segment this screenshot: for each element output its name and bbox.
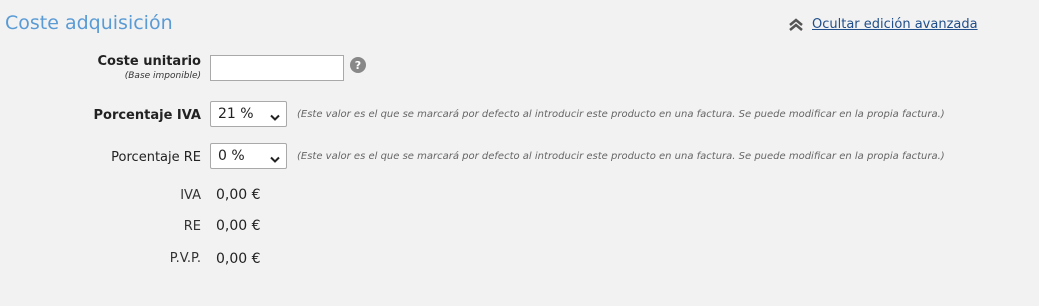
iva-total-label: IVA xyxy=(180,188,201,203)
iva-note: (Este valor es el que se marcará por def… xyxy=(297,109,945,120)
chevron-down-icon xyxy=(270,110,280,126)
unit-cost-sublabel: (Base imponible) xyxy=(124,71,201,81)
hide-advanced-edit-label[interactable]: Ocultar edición avanzada xyxy=(812,17,978,32)
pvp-total-label: P.V.P. xyxy=(169,251,201,266)
re-percentage-select[interactable]: 0 % xyxy=(210,143,287,169)
iva-selected-value: 21 % xyxy=(218,106,254,122)
iva-percentage-select[interactable]: 21 % xyxy=(210,101,287,127)
help-icon[interactable]: ? xyxy=(350,57,366,73)
iva-total-value: 0,00 € xyxy=(216,187,261,203)
iva-percentage-label: Porcentaje IVA xyxy=(93,108,201,123)
re-percentage-label: Porcentaje RE xyxy=(111,150,201,165)
double-chevron-up-icon xyxy=(788,17,804,32)
unit-cost-label-group: Coste unitario (Base imponible) xyxy=(97,54,201,81)
unit-cost-label: Coste unitario xyxy=(97,54,201,69)
re-total-label: RE xyxy=(183,219,201,234)
re-total-value: 0,00 € xyxy=(216,218,261,234)
chevron-down-icon xyxy=(270,152,280,168)
re-note: (Este valor es el que se marcará por def… xyxy=(297,151,945,162)
unit-cost-input[interactable] xyxy=(210,55,344,81)
hide-advanced-edit-link[interactable]: Ocultar edición avanzada xyxy=(788,17,978,32)
pvp-total-value: 0,00 € xyxy=(216,251,261,267)
re-selected-value: 0 % xyxy=(218,148,245,164)
section-title: Coste adquisición xyxy=(5,12,173,34)
